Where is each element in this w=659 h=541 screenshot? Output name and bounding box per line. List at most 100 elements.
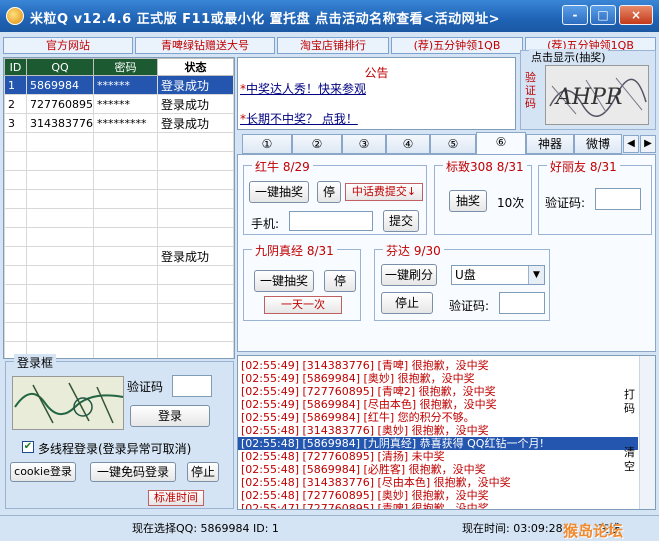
- link-qb-promo-1[interactable]: (荐)五分钟领1QB: [391, 37, 523, 54]
- group-haolipin: 好丽友 8/31 验证码:: [538, 158, 652, 235]
- tab-2[interactable]: ②: [292, 134, 342, 154]
- nocode-login-button[interactable]: 一键免码登录: [90, 462, 176, 482]
- fenda-code-input[interactable]: [499, 292, 545, 314]
- hongniu-draw-button[interactable]: 一键抽奖: [249, 181, 309, 203]
- table-row[interactable]: [4, 284, 234, 304]
- table-row[interactable]: [4, 227, 234, 247]
- jiuyin-once-daily[interactable]: 一天一次: [264, 296, 342, 314]
- status-selected-qq: 现在选择QQ: 5869984 ID: 1: [132, 522, 279, 535]
- table-row[interactable]: [4, 265, 234, 285]
- cookie-login-button[interactable]: cookie登录: [10, 462, 76, 482]
- tab-6[interactable]: ⑥: [476, 132, 526, 155]
- haolipin-title[interactable]: 好丽友 8/31: [547, 158, 620, 175]
- cell-password: ******: [93, 75, 158, 95]
- log-line: [02:55:47] [727760895] [青啤] 很抱歉，没中奖: [241, 502, 489, 510]
- tab-3[interactable]: ③: [342, 134, 386, 154]
- status-current-time: 现在时间: 03:09:28: [462, 522, 563, 535]
- fenda-title[interactable]: 芬达 9/30: [383, 242, 444, 259]
- table-row[interactable]: 2 727760895 ****** 登录成功: [4, 94, 234, 114]
- title-bar: 米粒Q v12.4.6 正式版 F11或最小化 置托盘 点击活动名称查看<活动网…: [0, 0, 659, 32]
- login-code-label: 验证码: [127, 380, 164, 394]
- log-scrollbar[interactable]: [639, 356, 655, 509]
- tab-tools[interactable]: 神器: [526, 134, 574, 154]
- captcha-display-box: 点击显示(抽奖) 验证码 AHPR: [520, 49, 656, 130]
- col-qq[interactable]: QQ: [26, 58, 94, 76]
- link-green-diamond[interactable]: 青啤绿钻赠送大号: [135, 37, 275, 54]
- fenda-drive-select[interactable]: U盘 ▼: [451, 265, 545, 285]
- close-button[interactable]: ×: [619, 5, 653, 25]
- table-header: ID QQ 密码 状态: [4, 58, 234, 76]
- tab-panel: 红牛 8/29 一键抽奖 停 中话费提交↓ 手机: 提交 标致308 8/31 …: [237, 154, 656, 352]
- login-code-input[interactable]: [172, 375, 212, 397]
- biaozhi-draw-button[interactable]: 抽奖: [449, 190, 487, 212]
- tab-5[interactable]: ⑤: [430, 134, 476, 154]
- account-table[interactable]: ID QQ 密码 状态 1 5869984 ****** 登录成功 2 7277…: [3, 57, 235, 359]
- phone-submit-button[interactable]: 提交: [383, 210, 419, 232]
- log-line: [02:55:48] [727760895] [奥妙] 很抱歉，没中奖: [241, 489, 489, 502]
- col-status[interactable]: 状态: [157, 58, 234, 76]
- clear-log-link[interactable]: 清空: [624, 446, 636, 474]
- captcha-glyphs: AHPR: [554, 85, 622, 110]
- tab-next-icon[interactable]: ▶: [640, 135, 656, 153]
- phone-input[interactable]: [289, 211, 373, 231]
- table-row[interactable]: 登录成功: [4, 246, 234, 266]
- notice-link-nowin[interactable]: *长期不中奖？ 点我！: [240, 110, 358, 127]
- group-biaozhi: 标致308 8/31 抽奖 10次: [434, 158, 532, 235]
- hongniu-stop-button[interactable]: 停: [317, 181, 341, 203]
- table-row[interactable]: [4, 151, 234, 171]
- hongniu-title[interactable]: 红牛 8/29: [252, 158, 313, 175]
- multithread-checkbox[interactable]: ✔: [22, 441, 34, 453]
- table-row[interactable]: [4, 189, 234, 209]
- haolipin-code-input[interactable]: [595, 188, 641, 210]
- tab-weibo[interactable]: 微博: [574, 134, 622, 154]
- login-box: 登录框 验证码 登录 ✔ 多线程登录(登录异常可取消) cookie登录 一键免…: [5, 354, 234, 509]
- cell-id: 3: [4, 113, 27, 133]
- print-code-link[interactable]: 打码: [624, 388, 636, 416]
- chevron-down-icon[interactable]: ▼: [528, 266, 544, 284]
- login-stop-button[interactable]: 停止: [187, 462, 219, 482]
- cell-id: 2: [4, 94, 27, 114]
- col-id[interactable]: ID: [4, 58, 27, 76]
- captcha-label: 验证码: [525, 71, 536, 110]
- col-password[interactable]: 密码: [93, 58, 158, 76]
- biaozhi-count: 10次: [497, 196, 525, 210]
- minimize-button[interactable]: -: [562, 5, 588, 25]
- tab-1[interactable]: ①: [242, 134, 292, 154]
- notice-link-showcase[interactable]: *中奖达人秀！快来参观: [240, 80, 366, 97]
- notice-title: 公告: [364, 66, 389, 80]
- log-panel[interactable]: [02:55:49] [314383776] [青啤] 很抱歉，没中奖 [02:…: [237, 355, 656, 510]
- captcha-image[interactable]: AHPR: [545, 65, 649, 125]
- cell-qq: 314383776: [26, 113, 94, 133]
- jiuyin-stop-button[interactable]: 停: [324, 270, 356, 292]
- jiuyin-draw-button[interactable]: 一键抽奖: [254, 270, 314, 292]
- fenda-code-label: 验证码:: [449, 299, 490, 313]
- hongniu-fee-submit-button[interactable]: 中话费提交↓: [345, 183, 423, 201]
- table-row[interactable]: [4, 132, 234, 152]
- log-line: [02:55:48] [5869984] [必胜客] 很抱歉，没中奖: [241, 463, 486, 476]
- window-title: 米粒Q v12.4.6 正式版 F11或最小化 置托盘 点击活动名称查看<活动网…: [30, 12, 500, 27]
- log-line: [02:55:48] [314383776] [奥妙] 很抱歉，没中奖: [241, 424, 489, 437]
- link-official-site[interactable]: 官方网站: [3, 37, 133, 54]
- captcha-box-title[interactable]: 点击显示(抽奖): [529, 49, 608, 65]
- login-button[interactable]: 登录: [130, 405, 210, 427]
- table-row[interactable]: 1 5869984 ****** 登录成功: [4, 75, 234, 95]
- table-row[interactable]: [4, 322, 234, 342]
- jiuyin-title[interactable]: 九阴真经 8/31: [252, 242, 337, 259]
- standard-time-button[interactable]: 标准时间: [148, 490, 204, 506]
- tab-4[interactable]: ④: [386, 134, 430, 154]
- biaozhi-title[interactable]: 标致308 8/31: [443, 158, 527, 175]
- table-row[interactable]: [4, 303, 234, 323]
- table-row[interactable]: [4, 208, 234, 228]
- tab-prev-icon[interactable]: ◀: [623, 135, 639, 153]
- maximize-button[interactable]: □: [590, 5, 616, 25]
- login-captcha-image[interactable]: [12, 376, 124, 430]
- cell-password: *********: [93, 113, 158, 133]
- fenda-stop-button[interactable]: 停止: [381, 292, 433, 314]
- link-taobao-rank[interactable]: 淘宝店铺排行: [277, 37, 389, 54]
- login-box-title: 登录框: [14, 354, 57, 371]
- table-row[interactable]: 3 314383776 ********* 登录成功: [4, 113, 234, 133]
- log-line: [02:55:49] [314383776] [青啤] 很抱歉，没中奖: [241, 359, 489, 372]
- table-row[interactable]: [4, 170, 234, 190]
- fenda-refresh-button[interactable]: 一键刷分: [381, 264, 437, 286]
- log-line: [02:55:48] [727760895] [清扬] 未中奖: [241, 450, 445, 463]
